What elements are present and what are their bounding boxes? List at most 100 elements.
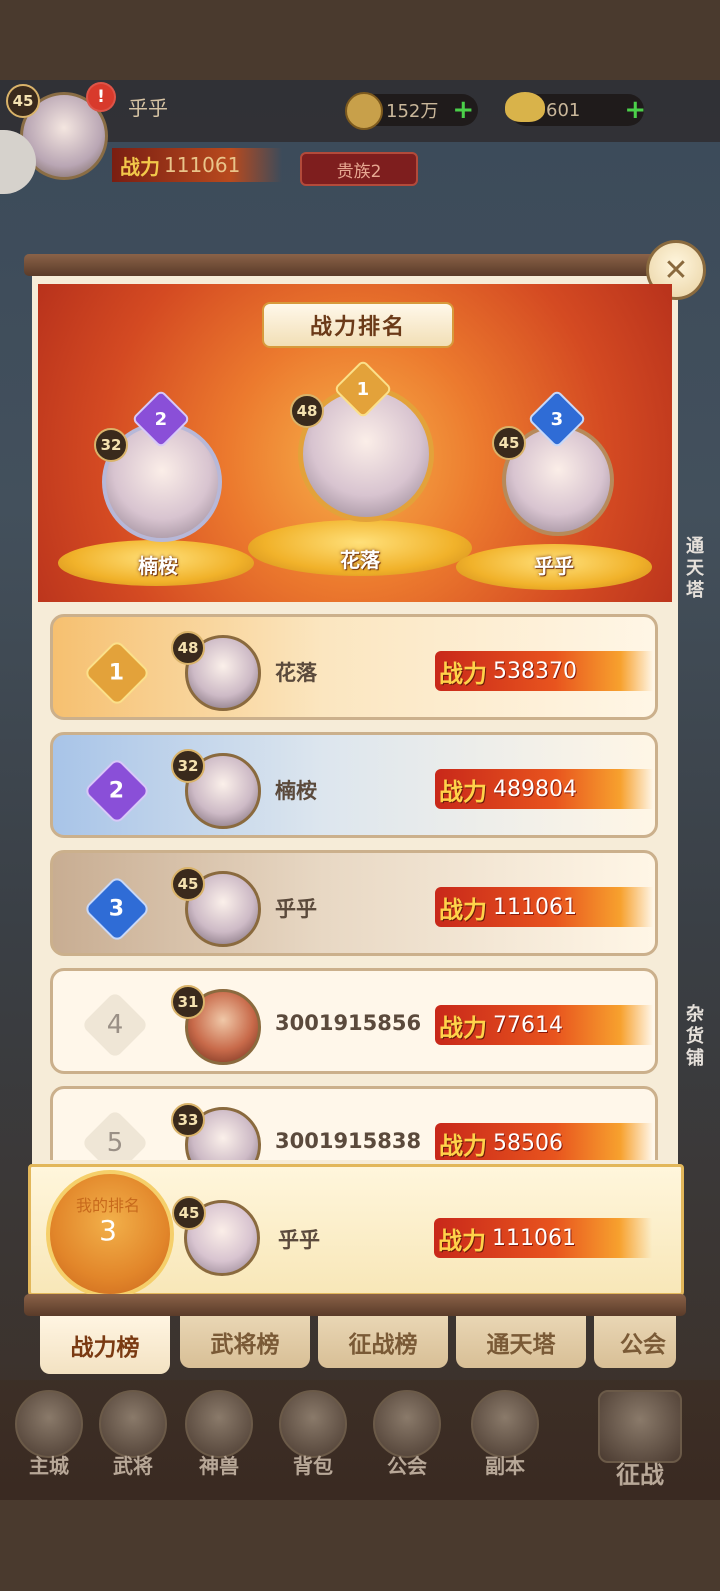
tab-guild[interactable]: 公会 [594,1316,676,1368]
tab-power[interactable]: 战力榜 [40,1316,170,1374]
row-power: 战力 489804 [435,769,653,809]
power-label: 战力 [438,1226,486,1255]
power-label: 战力 [439,777,487,806]
power-value: 111061 [493,894,577,920]
power-label: 战力 [439,895,487,924]
podium-level-3: 45 [492,426,526,460]
nav-label: 背包 [293,1454,333,1478]
nav-label: 征战 [616,1461,664,1489]
nav-label: 主城 [29,1454,69,1478]
power-label: 战力 [439,1013,487,1042]
tab-generals[interactable]: 武将榜 [180,1316,310,1368]
power-label: 战力 [439,1131,487,1160]
my-power: 战力 111061 [434,1218,652,1258]
nav-main-city[interactable]: 主城 [6,1390,92,1490]
dungeon-icon [471,1390,539,1458]
add-ingot-button[interactable]: + [624,95,646,125]
ranking-row-5[interactable]: 5 33 3001915838 战力 58506 [50,1086,658,1160]
side-zahuopu[interactable]: 杂货铺 [686,1004,708,1070]
nav-generals[interactable]: 武将 [90,1390,176,1490]
row-level: 32 [171,749,205,783]
beast-icon [185,1390,253,1458]
podium-medal-2-number: 2 [154,408,168,430]
ranking-list[interactable]: 1 48 花落 战力 538370 2 32 楠桉 战力 489804 3 45 乎… [50,612,660,1160]
row-level: 31 [171,985,205,1019]
ranking-row-2[interactable]: 2 32 楠桉 战力 489804 [50,732,658,838]
tab-campaign[interactable]: 征战榜 [318,1316,448,1368]
row-power: 战力 111061 [435,887,653,927]
row-power: 战力 538370 [435,651,653,691]
panel-scroll-top [24,254,686,276]
row-power: 战力 77614 [435,1005,653,1045]
power-label: 战力 [120,154,160,179]
player-name: 乎乎 [128,96,168,120]
podium-level-1: 48 [290,394,324,428]
rank-medal-gold: 1 [83,639,151,707]
player-level-badge: 45 [6,84,40,118]
nav-bag[interactable]: 背包 [270,1390,356,1490]
rank-number: 3 [109,896,125,922]
side-tongtianta[interactable]: 通天塔 [686,536,708,602]
row-level: 45 [171,867,205,901]
podium-name-3: 乎乎 [534,554,574,578]
player-power: 战力 111061 [112,148,282,182]
nav-battle[interactable]: 征战 [590,1390,690,1490]
power-value: 489804 [493,776,577,802]
player-alert-badge: ! [86,82,116,112]
podium-medal-3-number: 3 [550,408,564,430]
bottom-letterbox [0,1500,720,1591]
tab-tower[interactable]: 通天塔 [456,1316,586,1368]
nav-dungeon[interactable]: 副本 [462,1390,548,1490]
row-name: 花落 [275,661,317,685]
my-rank-label: 我的排名 [75,1196,140,1215]
rank-medal-silver: 2 [83,757,151,825]
panel-scroll-bottom [24,1294,686,1316]
rank-medal-bronze: 3 [83,875,151,943]
nav-guild[interactable]: 公会 [364,1390,450,1490]
power-value: 538370 [493,658,577,684]
coin-icon [345,92,383,130]
bag-icon [279,1390,347,1458]
my-name: 乎乎 [278,1228,320,1252]
podium-level-2: 32 [94,428,128,462]
row-name: 楠桉 [275,779,317,803]
add-coin-button[interactable]: + [452,95,474,125]
guild-icon [373,1390,441,1458]
row-name: 3001915856 [275,1011,422,1035]
row-level: 48 [171,631,205,665]
nav-label: 副本 [485,1454,525,1478]
battle-icon [598,1390,682,1463]
power-value: 77614 [493,1012,563,1038]
ingot-icon [505,92,545,122]
ranking-row-4[interactable]: 4 31 3001915856 战力 77614 [50,968,658,1074]
rank-number: 5 [106,1128,124,1158]
podium-name-1: 花落 [340,548,380,572]
podium-medal-1-number: 1 [356,378,370,400]
nav-label: 神兽 [199,1454,239,1478]
noble-badge[interactable]: 贵族2 [300,152,418,186]
row-level: 33 [171,1103,205,1137]
rank-number: 2 [109,778,125,804]
power-value: 111061 [492,1225,576,1251]
power-value: 111061 [164,153,241,177]
row-name: 乎乎 [275,897,317,921]
city-icon [15,1390,83,1458]
ranking-row-3[interactable]: 3 45 乎乎 战力 111061 [50,850,658,956]
ingot-value: 601 [546,99,581,121]
nav-beasts[interactable]: 神兽 [176,1390,262,1490]
podium-name-2: 楠桉 [138,554,178,578]
power-value: 58506 [493,1130,563,1156]
nav-label: 公会 [387,1454,427,1478]
coin-value: 152万 [386,101,439,122]
top-letterbox [0,0,720,80]
my-level: 45 [172,1196,206,1230]
general-icon [99,1390,167,1458]
row-name: 3001915838 [275,1129,422,1153]
power-label: 战力 [439,659,487,688]
nav-label: 武将 [113,1454,153,1478]
ranking-row-1[interactable]: 1 48 花落 战力 538370 [50,614,658,720]
row-power: 战力 58506 [435,1123,653,1160]
my-rank-number: 3 [99,1214,117,1247]
rank-number: 4 [106,1010,124,1040]
panel-title: 战力排名 [262,302,454,348]
